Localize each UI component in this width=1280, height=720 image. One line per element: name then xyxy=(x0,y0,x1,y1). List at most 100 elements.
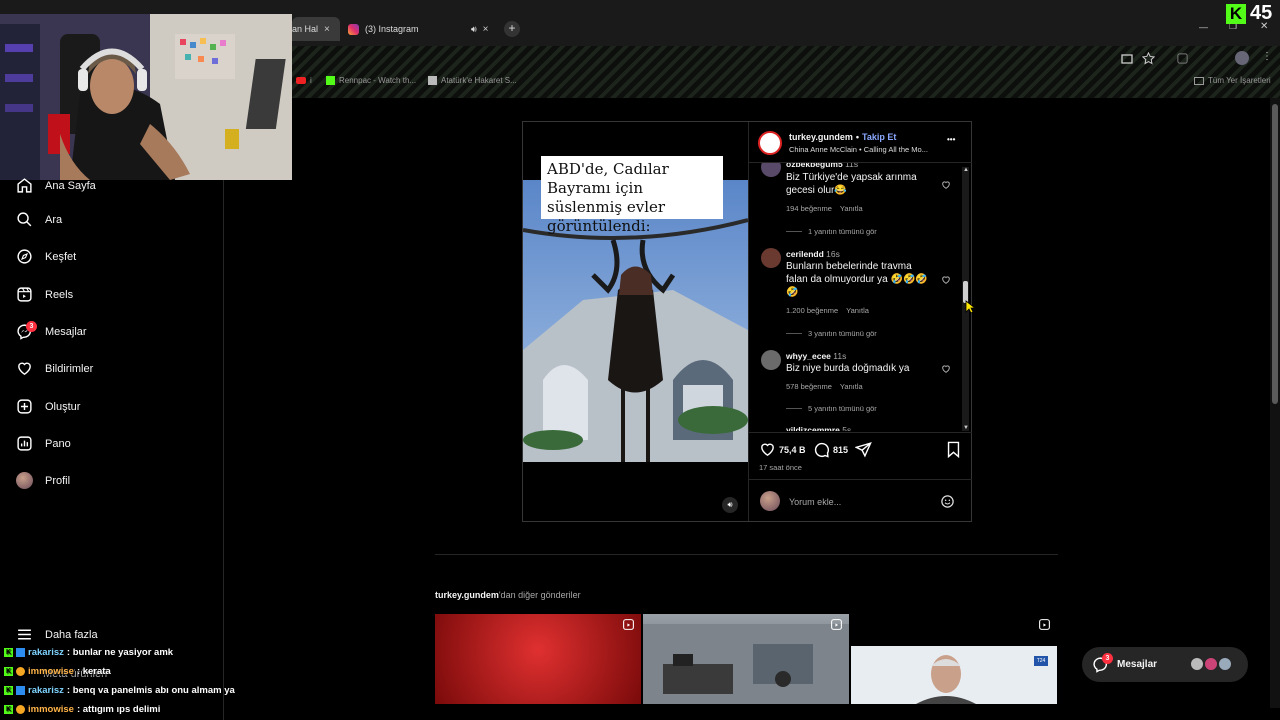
post-thumbnail[interactable]: T24 xyxy=(851,614,1057,704)
comments-scrollbar[interactable]: ▲ ▼ xyxy=(962,167,969,431)
new-tab-button[interactable]: + xyxy=(504,21,520,37)
bookmark-item[interactable]: i xyxy=(296,76,312,85)
tab-close-icon[interactable]: × xyxy=(324,24,330,35)
volume-icon[interactable]: 🔊︎ xyxy=(722,497,738,513)
comment-like-icon[interactable] xyxy=(941,180,951,190)
post-header: turkey.gundem • Takip Et xyxy=(789,132,896,142)
profile-avatar[interactable] xyxy=(1235,51,1249,65)
tab-close-icon[interactable]: × xyxy=(483,24,489,35)
comment-username[interactable]: yildizcemmre 5s xyxy=(786,425,851,431)
more-options-icon[interactable]: ••• xyxy=(947,135,955,144)
author-avatar[interactable] xyxy=(758,131,782,155)
browser-menu-icon[interactable]: ⋮ xyxy=(1262,51,1272,62)
star-icon[interactable] xyxy=(1142,52,1155,65)
divider xyxy=(749,432,972,433)
sidebar-item-label: Ana Sayfa xyxy=(45,179,96,192)
reply-button[interactable]: Yanıtla xyxy=(840,204,863,213)
browser-tab-instagram[interactable]: (3) Instagram 🔊︎ × xyxy=(348,17,498,41)
bookmark-item[interactable]: Atatürk'e Hakaret S... xyxy=(428,76,517,85)
scroll-up-icon[interactable]: ▲ xyxy=(963,167,969,173)
kick-badge-icon: K xyxy=(4,705,13,714)
sidebar-item-reels[interactable]: Reels xyxy=(16,286,73,303)
comment-avatar[interactable] xyxy=(761,248,781,268)
sidebar-item-create[interactable]: Oluştur xyxy=(16,398,80,415)
view-replies-button[interactable]: 3 yanıtın tümünü gör xyxy=(786,329,877,338)
sidebar-item-label: Keşfet xyxy=(45,250,77,263)
comment-like-icon[interactable] xyxy=(941,364,951,374)
comment-avatar[interactable] xyxy=(761,350,781,370)
comment-avatar[interactable] xyxy=(761,163,781,177)
bookmark-label: Tüm Yer İşaretleri xyxy=(1208,76,1271,85)
share-icon[interactable] xyxy=(855,441,872,458)
comment-username[interactable]: ozbekbegum5 11s xyxy=(786,163,858,169)
reply-button[interactable]: Yanıtla xyxy=(846,306,869,315)
comment-icon[interactable] xyxy=(813,441,830,458)
sidebar-item-more[interactable]: Daha fazla xyxy=(16,626,98,643)
verified-badge-icon xyxy=(16,648,25,657)
kick-icon xyxy=(326,76,335,85)
heart-icon xyxy=(18,362,31,376)
messages-pill[interactable]: 3 Mesajlar xyxy=(1082,647,1248,682)
follow-button[interactable]: Takip Et xyxy=(862,132,896,142)
extensions-icon[interactable] xyxy=(1176,52,1189,65)
sidebar-item-label: Mesajlar xyxy=(45,325,87,338)
speaker-icon[interactable]: 🔊︎ xyxy=(471,24,477,35)
bookmark-label: i xyxy=(310,76,312,85)
chat-text: : attıgım ıps delimi xyxy=(76,704,161,715)
browser-tab[interactable]: an Hal × xyxy=(292,17,340,41)
view-replies-button[interactable]: 5 yanıtın tümünü gör xyxy=(786,404,877,413)
sidebar-item-label: Ara xyxy=(45,213,63,226)
avatar xyxy=(1218,657,1232,671)
comment-input[interactable]: Yorum ekle... xyxy=(789,497,841,507)
sidebar-item-home[interactable]: Ana Sayfa xyxy=(16,177,96,194)
post-thumbnail[interactable] xyxy=(643,614,849,704)
comment-count[interactable]: 815 xyxy=(833,445,848,455)
bookmark-item[interactable]: Rennpac - Watch th... xyxy=(326,76,416,85)
sidebar-item-label: Oluştur xyxy=(45,400,81,413)
kick-badge-icon: K xyxy=(4,648,13,657)
reels-icon xyxy=(17,287,32,302)
view-replies-button[interactable]: 1 yanıtın tümünü gör xyxy=(786,227,877,236)
sidebar-item-explore[interactable]: Keşfet xyxy=(16,248,76,265)
post-side-panel: turkey.gundem • Takip Et China Anne McCl… xyxy=(748,122,972,521)
all-bookmarks-folder[interactable]: Tüm Yer İşaretleri xyxy=(1194,76,1271,85)
instagram-favicon-icon xyxy=(348,23,359,35)
mouse-cursor-icon xyxy=(965,300,975,314)
comments-list: ozbekbegum5 11s Biz Türkiye'de yapsak ar… xyxy=(749,163,972,431)
comment-username[interactable]: cerilendd 16s xyxy=(786,249,840,259)
chat-message: K rakarisz : benq va panelmis abı onu al… xyxy=(4,685,235,696)
webcam-overlay xyxy=(0,14,292,180)
author-username[interactable]: turkey.gundem xyxy=(789,132,853,142)
bookmark-label: Atatürk'e Hakaret S... xyxy=(441,76,517,85)
sidebar-item-notifications[interactable]: Bildirimler xyxy=(16,360,93,377)
bookmark-save-icon[interactable] xyxy=(946,441,961,458)
tab-title: an Hal xyxy=(292,24,319,34)
page-scroll-thumb[interactable] xyxy=(1272,104,1278,404)
like-icon[interactable] xyxy=(759,441,776,458)
chat-text: : bunlar ne yasiyor amk xyxy=(66,647,174,658)
minimize-button[interactable]: — xyxy=(1199,22,1208,32)
sidebar-item-profile[interactable]: Profil xyxy=(16,472,70,489)
comment-like-icon[interactable] xyxy=(941,275,951,285)
post-media[interactable]: ABD'de, Cadılar Bayramı için süslenmiş e… xyxy=(523,122,748,521)
comment-username[interactable]: whyy_ecee 11s xyxy=(786,351,846,361)
scroll-down-icon[interactable]: ▼ xyxy=(963,425,969,431)
post-thumbnail[interactable] xyxy=(435,614,641,704)
sidebar-item-label: Profil xyxy=(45,474,71,487)
cast-icon[interactable] xyxy=(1120,52,1134,66)
page-scrollbar[interactable] xyxy=(1270,98,1280,708)
emoji-icon[interactable] xyxy=(940,494,955,509)
webcam-image xyxy=(0,14,292,180)
video-caption-overlay: ABD'de, Cadılar Bayramı için süslenmiş e… xyxy=(541,156,723,235)
chat-text: : kerata xyxy=(76,666,111,677)
more-posts-author[interactable]: turkey.gundem xyxy=(435,590,499,600)
plus-square-icon xyxy=(17,399,32,414)
like-count[interactable]: 75,4 B xyxy=(779,445,806,455)
stream-chat-overlay: K rakarisz : bunlar ne yasiyor amk K imm… xyxy=(0,643,300,720)
avatar xyxy=(16,472,33,489)
sidebar-item-dashboard[interactable]: Pano xyxy=(16,435,71,452)
reply-button[interactable]: Yanıtla xyxy=(840,382,863,391)
comment-text: Biz niye burda doğmadık ya xyxy=(786,363,910,374)
audio-track[interactable]: China Anne McClain • Calling All the Mo.… xyxy=(789,145,944,154)
sidebar-item-search[interactable]: Ara xyxy=(16,211,62,228)
